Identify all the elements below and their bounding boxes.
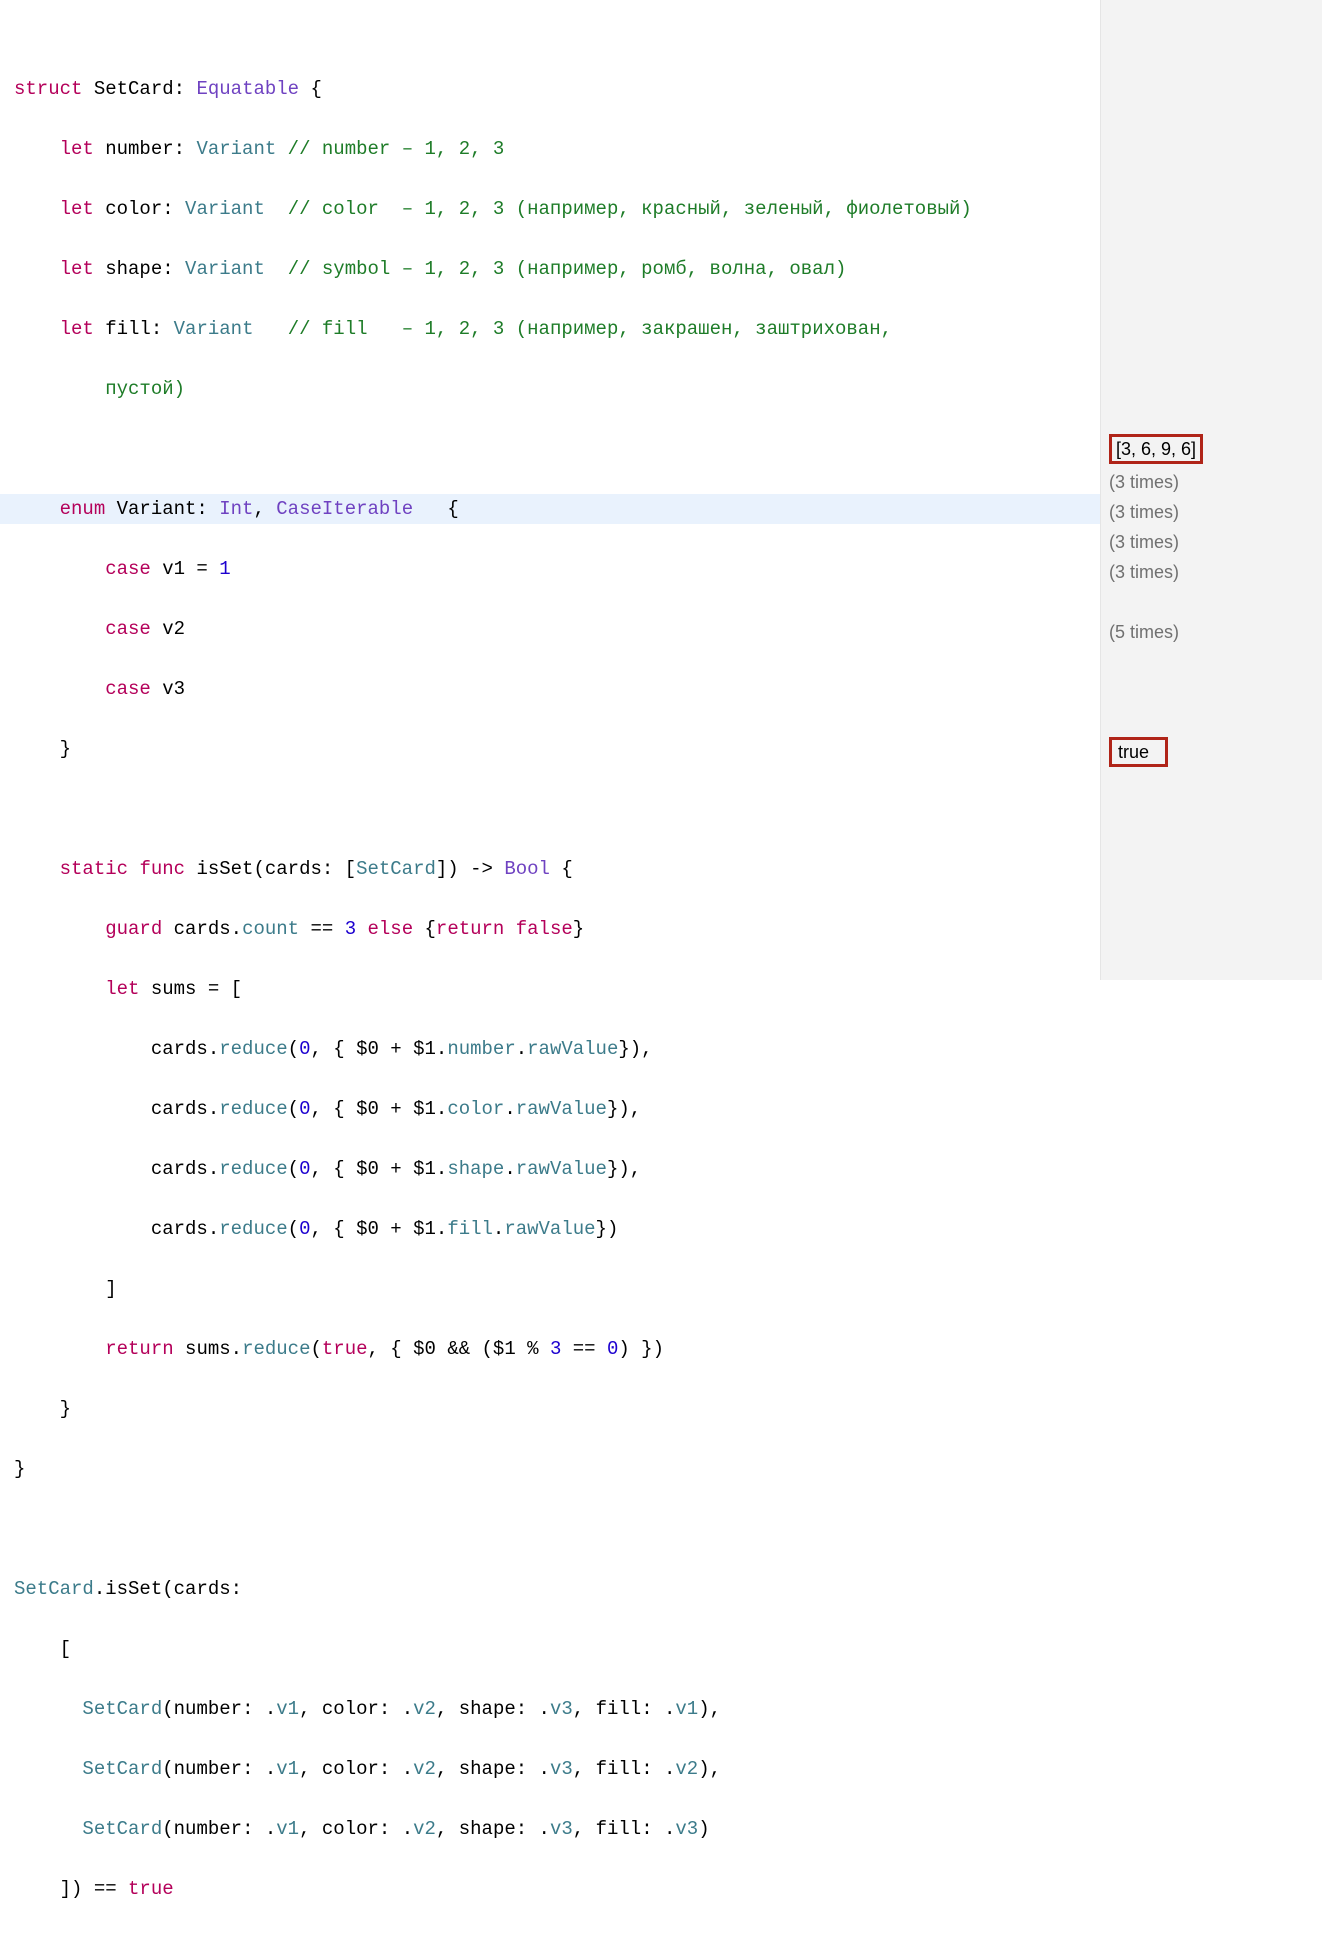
- code-line: cards.reduce(0, { $0 + $1.number.rawValu…: [14, 1034, 1100, 1064]
- result-count: (3 times): [1109, 497, 1322, 527]
- code-line: SetCard(number: .v1, color: .v2, shape: …: [14, 1754, 1100, 1784]
- code-line: ]) == true: [14, 1874, 1100, 1904]
- code-line: let fill: Variant // fill – 1, 2, 3 (нап…: [14, 314, 1100, 344]
- code-line: let shape: Variant // symbol – 1, 2, 3 (…: [14, 254, 1100, 284]
- code-line: cards.reduce(0, { $0 + $1.shape.rawValue…: [14, 1154, 1100, 1184]
- code-line: }: [14, 1394, 1100, 1424]
- code-line: case v2: [14, 614, 1100, 644]
- code-line: SetCard(number: .v1, color: .v2, shape: …: [14, 1814, 1100, 1844]
- code-line: static func isSet(cards: [SetCard]) -> B…: [14, 854, 1100, 884]
- result-true[interactable]: true: [1109, 737, 1322, 767]
- code-line: [14, 434, 1100, 464]
- code-line: guard cards.count == 3 else {return fals…: [14, 914, 1100, 944]
- code-line: ]: [14, 1274, 1100, 1304]
- code-line: cards.reduce(0, { $0 + $1.fill.rawValue}…: [14, 1214, 1100, 1244]
- code-line: cards.reduce(0, { $0 + $1.color.rawValue…: [14, 1094, 1100, 1124]
- code-line: let sums = [: [14, 974, 1100, 1004]
- code-line: SetCard.isSet(cards:: [14, 1574, 1100, 1604]
- code-line: case v3: [14, 674, 1100, 704]
- code-line: case v1 = 1: [14, 554, 1100, 584]
- code-line: [: [14, 1634, 1100, 1664]
- code-line: }: [14, 734, 1100, 764]
- result-count: (3 times): [1109, 527, 1322, 557]
- code-line: [14, 1514, 1100, 1544]
- result-count: (5 times): [1109, 617, 1322, 647]
- result-count: (3 times): [1109, 557, 1322, 587]
- code-editor[interactable]: struct SetCard: Equatable { let number: …: [0, 0, 1100, 980]
- code-line: enum Variant: Int, CaseIterable {: [14, 494, 1100, 524]
- code-line: let number: Variant // number – 1, 2, 3: [14, 134, 1100, 164]
- code-line: пустой): [14, 374, 1100, 404]
- results-sidebar[interactable]: [3, 6, 9, 6] (3 times) (3 times) (3 time…: [1100, 0, 1322, 980]
- code-line: struct SetCard: Equatable {: [14, 74, 1100, 104]
- code-line: SetCard(number: .v1, color: .v2, shape: …: [14, 1694, 1100, 1724]
- code-line: }: [14, 1454, 1100, 1484]
- code-line: let color: Variant // color – 1, 2, 3 (н…: [14, 194, 1100, 224]
- code-line: return sums.reduce(true, { $0 && ($1 % 3…: [14, 1334, 1100, 1364]
- result-sums[interactable]: [3, 6, 9, 6]: [1109, 434, 1322, 467]
- result-count: (3 times): [1109, 467, 1322, 497]
- code-line: [14, 794, 1100, 824]
